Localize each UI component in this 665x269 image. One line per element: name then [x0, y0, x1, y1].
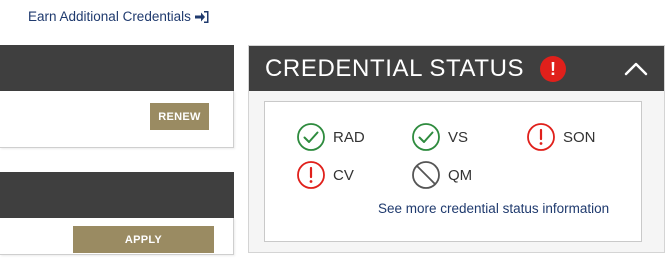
check-circle-icon: [412, 123, 440, 151]
credential-status-more-link[interactable]: See more credential status information: [378, 201, 609, 216]
left-card-2-body: APPLY: [0, 218, 234, 255]
dashboard-page: Earn Additional Credentials RENEW APPLY …: [0, 0, 665, 269]
check-circle-icon: [297, 123, 325, 151]
credential-son: SON: [526, 122, 596, 152]
credential-label: CV: [333, 166, 354, 184]
left-card-2-header: [0, 172, 234, 218]
alert-badge-icon: !: [540, 56, 566, 82]
left-card-1-header: [0, 45, 234, 91]
exclamation-circle-icon: [297, 161, 325, 189]
left-card-1-body: RENEW: [0, 91, 234, 148]
credential-vs: VS: [411, 122, 468, 152]
apply-button[interactable]: APPLY: [73, 226, 214, 253]
sign-in-arrow-icon: [194, 10, 209, 23]
credential-label: RAD: [333, 128, 365, 146]
credential-status-header: CREDENTIAL STATUS !: [249, 46, 664, 91]
credential-label: QM: [448, 166, 473, 184]
credential-label: VS: [448, 128, 469, 146]
credential-qm: QM: [411, 160, 472, 190]
credential-cv: CV: [296, 160, 354, 190]
prohibited-circle-icon: [412, 161, 440, 189]
earn-credentials-link[interactable]: Earn Additional Credentials: [28, 9, 210, 24]
earn-credentials-label: Earn Additional Credentials: [28, 9, 191, 24]
chevron-up-icon[interactable]: [624, 59, 648, 79]
credential-status-title: CREDENTIAL STATUS: [265, 55, 525, 82]
credential-rad: RAD: [296, 122, 365, 152]
exclamation-circle-icon: [527, 123, 555, 151]
renew-button[interactable]: RENEW: [150, 103, 209, 130]
credential-status-panel: CREDENTIAL STATUS ! RAD VS SON CV QM See…: [248, 45, 665, 253]
credential-status-content: RAD VS SON CV QM See more credential sta…: [264, 101, 642, 242]
credential-label: SON: [563, 128, 596, 146]
